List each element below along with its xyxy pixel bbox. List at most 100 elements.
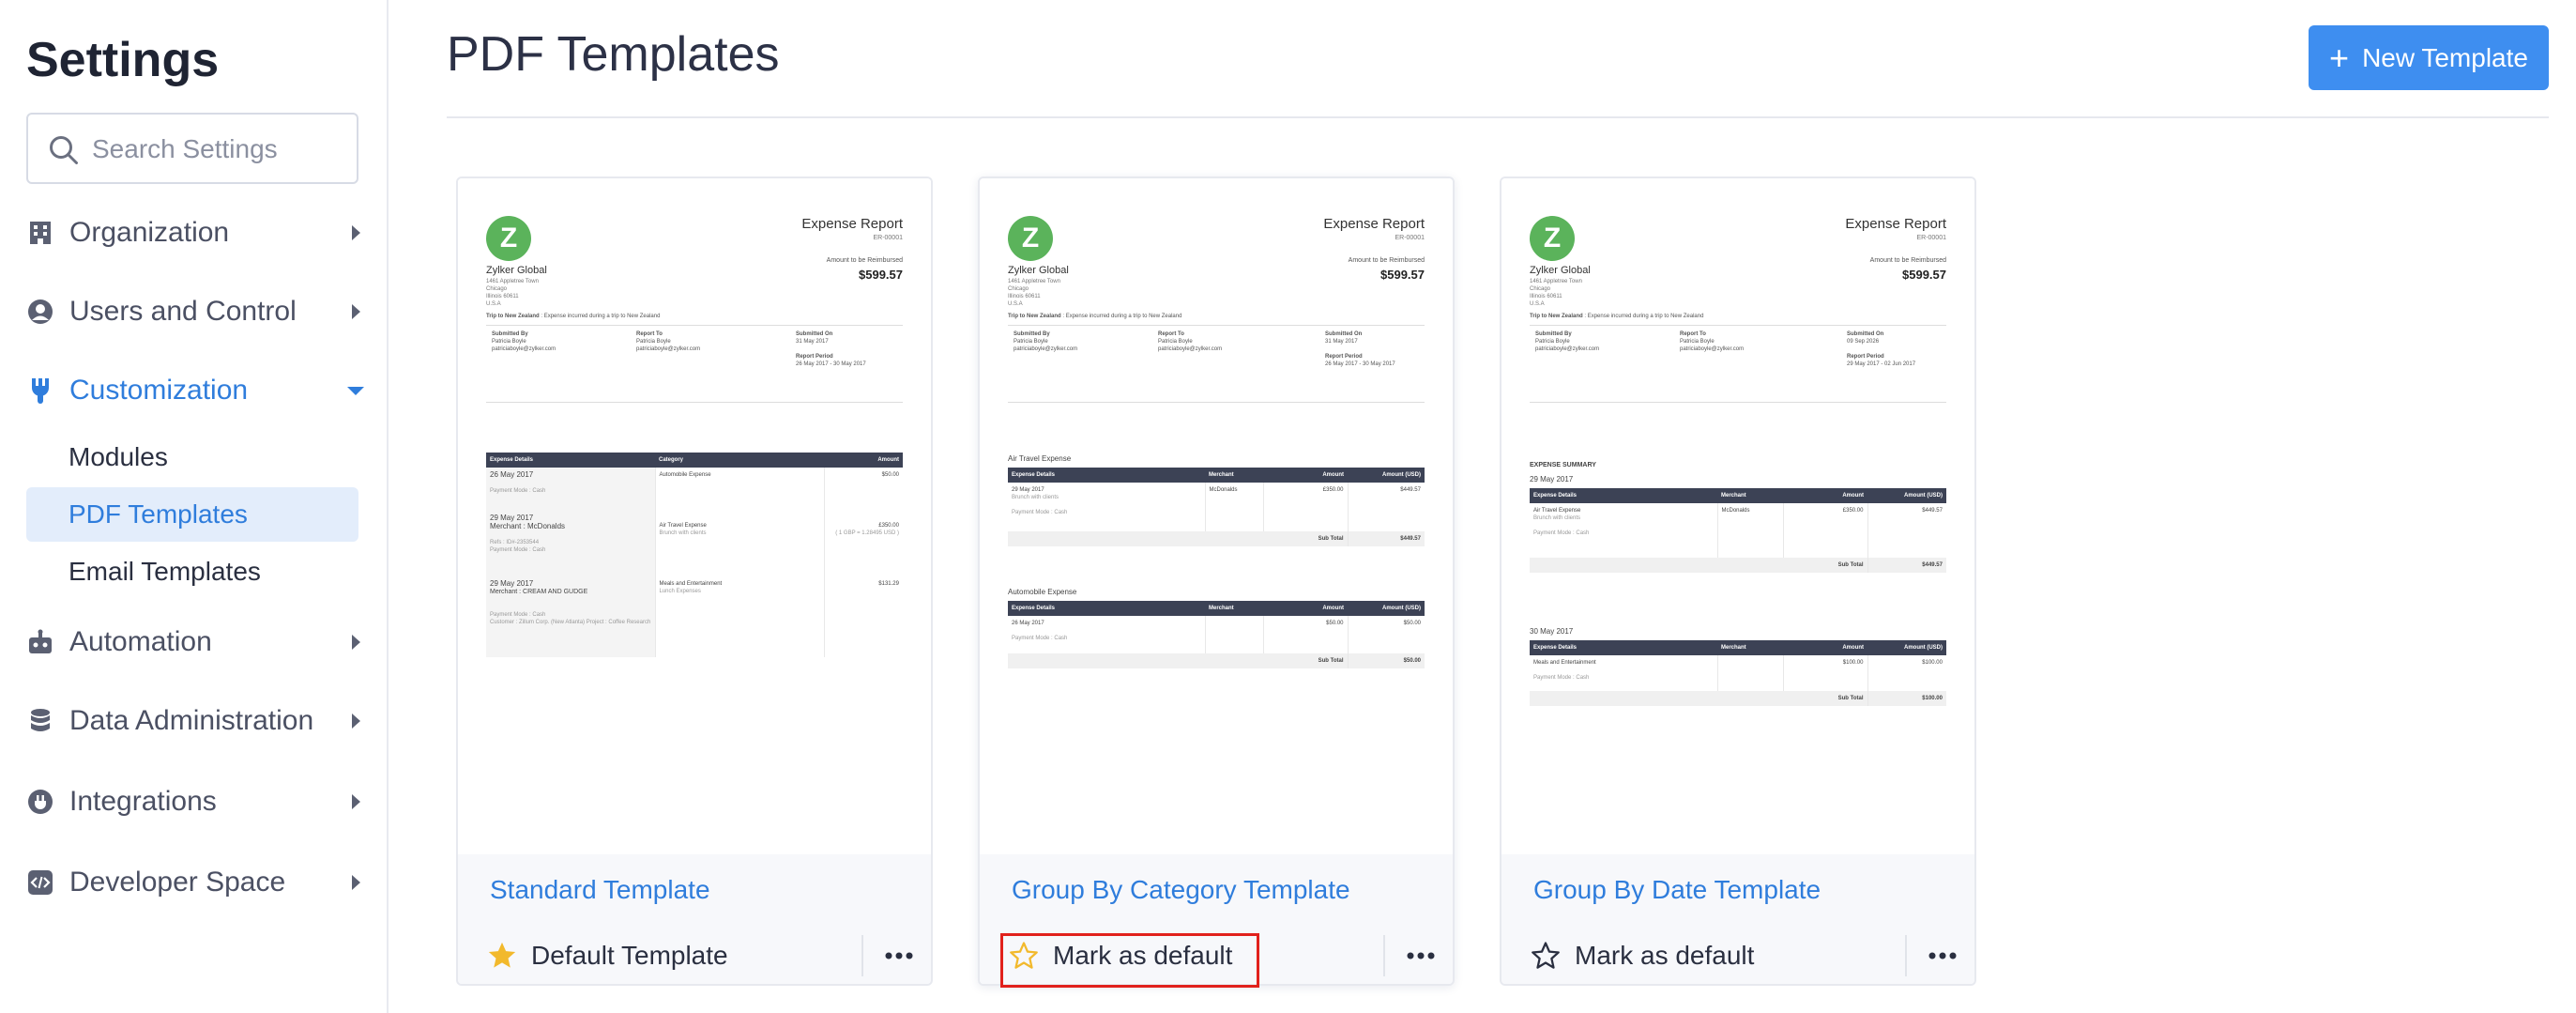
card-footer: Group By Date Template Mark as default [1501,854,1974,984]
sidebar-subitem-label: PDF Templates [69,499,248,529]
new-template-button[interactable]: + New Template [2309,25,2549,90]
star-filled-icon [488,942,516,968]
sidebar-item-customization[interactable]: Customization [26,362,366,419]
report-meta: Submitted By Patricia Boyle patriciaboyle@… [492,331,866,367]
new-template-label: New Template [2362,42,2528,72]
user-icon [26,298,54,326]
robot-icon [26,628,54,656]
sidebar-title: Settings [26,33,220,87]
default-template-status: Default Template [486,935,728,976]
more-options-button[interactable] [880,937,918,975]
expense-table: Expense Details Merchant Amount Amount (USD… [1008,601,1425,668]
sidebar-item-integrations[interactable]: Integrations [26,774,366,830]
mark-as-default-button[interactable]: Mark as default [1530,935,1754,976]
search-icon [50,136,78,164]
ellipsis-icon [885,952,913,959]
ellipsis-icon [1928,952,1957,959]
template-card-standard[interactable]: Z Zylker Global 1461 Appletree Town Chic… [456,177,933,986]
chevron-right-icon [352,714,360,729]
sidebar-subitem-label: Email Templates [69,557,261,586]
chevron-right-icon [352,875,360,890]
table-row: 26 May 2017 Payment Mode : Cash $50.00 $50.… [1008,616,1425,653]
sidebar-item-data-administration[interactable]: Data Administration [26,693,366,749]
expense-table: Expense Details Merchant Amount Amount (USD… [1530,488,1946,573]
sidebar-item-label: Data Administration [69,705,314,736]
chevron-right-icon [352,635,360,650]
company-logo: Z [1008,216,1053,261]
expense-table: Expense Details Merchant Amount Amount (USD… [1530,640,1946,706]
sidebar-item-organization[interactable]: Organization [26,205,366,261]
chevron-down-icon [347,386,364,395]
highlight-box [1000,933,1259,988]
sidebar-subitem-pdf-templates[interactable]: PDF Templates [26,487,358,542]
mark-as-default-label: Mark as default [1575,941,1755,970]
template-preview[interactable]: Z Zylker Global 1461 Appletree Town Chic… [1501,178,1974,854]
chevron-right-icon [352,225,360,240]
trip-name: Trip to New Zealand [486,314,540,319]
template-name-link[interactable]: Group By Category Template [1012,875,1350,905]
sidebar-item-automation[interactable]: Automation [26,614,366,670]
search-box[interactable] [26,113,358,184]
database-icon [26,707,54,735]
code-icon [26,868,54,897]
table-row: 29 May 2017 Merchant : McDonalds Refs : ID… [486,511,903,576]
sidebar-subitem-label: Modules [69,442,168,471]
template-name-link[interactable]: Group By Date Template [1533,875,1821,905]
amount-value: $599.57 [859,268,903,282]
template-card-group-by-date[interactable]: Z Zylker Global 1461 Appletree Town Chic… [1500,177,1976,986]
star-outline-icon [1532,942,1560,969]
table-row: Air Travel Expense Brunch with clients Pay… [1530,503,1946,558]
building-icon [26,219,54,247]
template-card-group-by-category[interactable]: Z Zylker Global 1461 Appletree Town Chic… [978,177,1455,986]
expense-table: Expense Details Merchant Amount Amount (USD… [1008,468,1425,546]
divider [486,402,903,403]
more-options-button[interactable] [1924,937,1961,975]
divider [486,325,903,326]
trip-line: Trip to New Zealand : Expense incurred d… [486,314,660,319]
sidebar-item-label: Developer Space [69,867,286,898]
company-address: 1461 Appletree Town Chicago Illinois 606… [486,279,539,307]
sidebar-item-label: Customization [69,375,249,406]
chevron-right-icon [352,794,360,809]
divider [861,935,863,976]
template-preview[interactable]: Z Zylker Global 1461 Appletree Town Chic… [458,178,931,854]
table-row: Meals and Entertainment Payment Mode : Ca… [1530,655,1946,691]
search-input[interactable] [92,128,345,171]
amount-label: Amount to be Reimbursed [826,257,903,264]
expense-table: Expense Details Category Amount 26 May 201… [486,453,903,657]
chevron-right-icon [352,304,360,319]
divider [1383,935,1385,976]
sidebar-item-developer-space[interactable]: Developer Space [26,854,366,911]
plug-icon [26,788,54,816]
sidebar-subitem-email-templates[interactable]: Email Templates [26,545,358,599]
table-row: 29 May 2017 Brunch with clients Payment Mo… [1008,483,1425,531]
settings-sidebar: Settings Organization Users and Control … [0,0,389,1013]
template-preview[interactable]: Z Zylker Global 1461 Appletree Town Chic… [980,178,1453,854]
table-row: 29 May 2017 Merchant : CREAM AND GUDGE Pay… [486,576,903,657]
template-name-link[interactable]: Standard Template [490,875,710,905]
sidebar-item-label: Users and Control [69,296,297,327]
subtotal-row: Sub Total $449.57 [1530,558,1946,573]
plus-icon: + [2329,38,2350,77]
divider [1905,935,1907,976]
report-number: ER-00001 [873,235,903,241]
table-row: 26 May 2017 Payment Mode : Cash Automobil… [486,468,903,511]
sidebar-subitem-modules[interactable]: Modules [26,430,358,484]
brush-icon [26,376,54,405]
sidebar-item-label: Organization [69,217,230,248]
more-options-button[interactable] [1402,937,1440,975]
sidebar-item-label: Automation [69,626,212,657]
subtotal-row: Sub Total $50.00 [1008,653,1425,668]
ellipsis-icon [1407,952,1435,959]
subtotal-row: Sub Total $449.57 [1008,531,1425,546]
card-footer: Standard Template Default Template [458,854,931,984]
page-title: PDF Templates [447,27,780,82]
sidebar-item-label: Integrations [69,786,217,817]
default-template-label: Default Template [531,941,728,970]
company-logo: Z [486,216,531,261]
company-name: Zylker Global [486,265,547,276]
trip-desc: : Expense incurred during a trip to New … [539,314,661,319]
subtotal-row: Sub Total $100.00 [1530,691,1946,706]
company-logo: Z [1530,216,1575,261]
sidebar-item-users-and-control[interactable]: Users and Control [26,284,366,340]
